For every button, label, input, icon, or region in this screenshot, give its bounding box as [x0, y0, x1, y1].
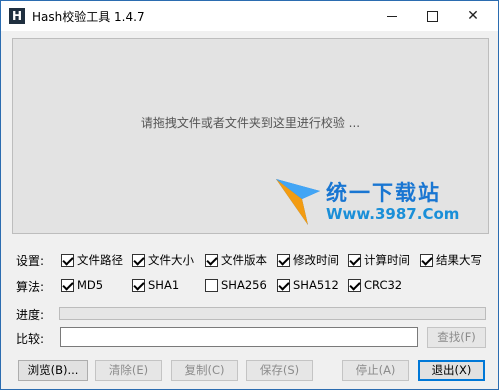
progress-bar [59, 307, 486, 320]
checkbox-box[interactable] [348, 278, 361, 292]
maximize-icon [426, 10, 438, 22]
checkbox-label: SHA256 [221, 278, 267, 292]
checkbox-box[interactable] [205, 253, 218, 267]
clear-button[interactable]: 清除(E) [95, 360, 162, 381]
checkbox-box[interactable] [277, 278, 290, 292]
window-title: Hash校验工具 1.4.7 [32, 10, 145, 24]
checkbox-box[interactable] [420, 253, 433, 267]
minimize-button[interactable] [372, 1, 412, 31]
title-bar[interactable]: H Hash校验工具 1.4.7 ✕ [1, 1, 498, 31]
checkbox-label: 修改时间 [293, 253, 339, 267]
algorithm-checkbox-1[interactable]: MD5 [61, 277, 103, 293]
watermark-arrow-icon [276, 179, 320, 225]
app-logo-icon: H [9, 8, 25, 24]
settings-label: 设置: [16, 254, 45, 268]
app-window: H Hash校验工具 1.4.7 ✕ 请拖拽文件或者文件夹到这里进行校验 ...… [0, 0, 499, 390]
checkbox-box[interactable] [205, 278, 218, 292]
setting-checkbox-6[interactable]: 结果大写 [420, 252, 482, 268]
drop-hint: 请拖拽文件或者文件夹到这里进行校验 ... [140, 116, 361, 130]
algorithm-label: 算法: [16, 280, 45, 294]
algorithm-checkbox-5[interactable]: CRC32 [348, 277, 402, 293]
maximize-button[interactable] [412, 1, 452, 31]
checkbox-label: 文件版本 [221, 253, 267, 267]
close-button[interactable]: ✕ [453, 1, 493, 31]
setting-checkbox-5[interactable]: 计算时间 [348, 252, 410, 268]
find-button[interactable]: 查找(F) [427, 327, 486, 348]
exit-button[interactable]: 退出(X) [418, 360, 485, 381]
checkbox-label: CRC32 [364, 278, 403, 292]
setting-checkbox-4[interactable]: 修改时间 [277, 252, 339, 268]
checkbox-box[interactable] [132, 253, 145, 267]
checkbox-box[interactable] [348, 253, 361, 267]
checkbox-box[interactable] [61, 253, 74, 267]
checkbox-label: 文件路径 [77, 253, 123, 267]
algorithm-checkbox-3[interactable]: SHA256 [205, 277, 267, 293]
checkbox-label: SHA512 [293, 278, 339, 292]
copy-button[interactable]: 复制(C) [171, 360, 238, 381]
checkbox-label: 结果大写 [436, 253, 482, 267]
watermark-logo: 统一下载站 Www.3987.Com [274, 173, 464, 231]
stop-button[interactable]: 停止(A) [342, 360, 409, 381]
checkbox-box[interactable] [132, 278, 145, 292]
checkbox-box[interactable] [61, 278, 74, 292]
algorithm-checkbox-2[interactable]: SHA1 [132, 277, 179, 293]
checkbox-box[interactable] [277, 253, 290, 267]
checkbox-label: 计算时间 [364, 253, 410, 267]
checkbox-label: 文件大小 [148, 253, 194, 267]
minimize-icon [387, 15, 397, 17]
browse-button[interactable]: 浏览(B)... [18, 360, 88, 381]
watermark-url: Www.3987.Com [326, 205, 460, 223]
setting-checkbox-2[interactable]: 文件大小 [132, 252, 194, 268]
compare-label: 比较: [16, 332, 45, 346]
watermark-title: 统一下载站 [326, 181, 441, 205]
checkbox-label: SHA1 [148, 278, 180, 292]
compare-input[interactable] [60, 327, 418, 347]
algorithm-checkbox-4[interactable]: SHA512 [277, 277, 339, 293]
setting-checkbox-1[interactable]: 文件路径 [61, 252, 123, 268]
save-button[interactable]: 保存(S) [246, 360, 313, 381]
checkbox-label: MD5 [77, 278, 104, 292]
progress-label: 进度: [16, 308, 45, 322]
setting-checkbox-3[interactable]: 文件版本 [205, 252, 267, 268]
close-icon: ✕ [467, 8, 479, 24]
